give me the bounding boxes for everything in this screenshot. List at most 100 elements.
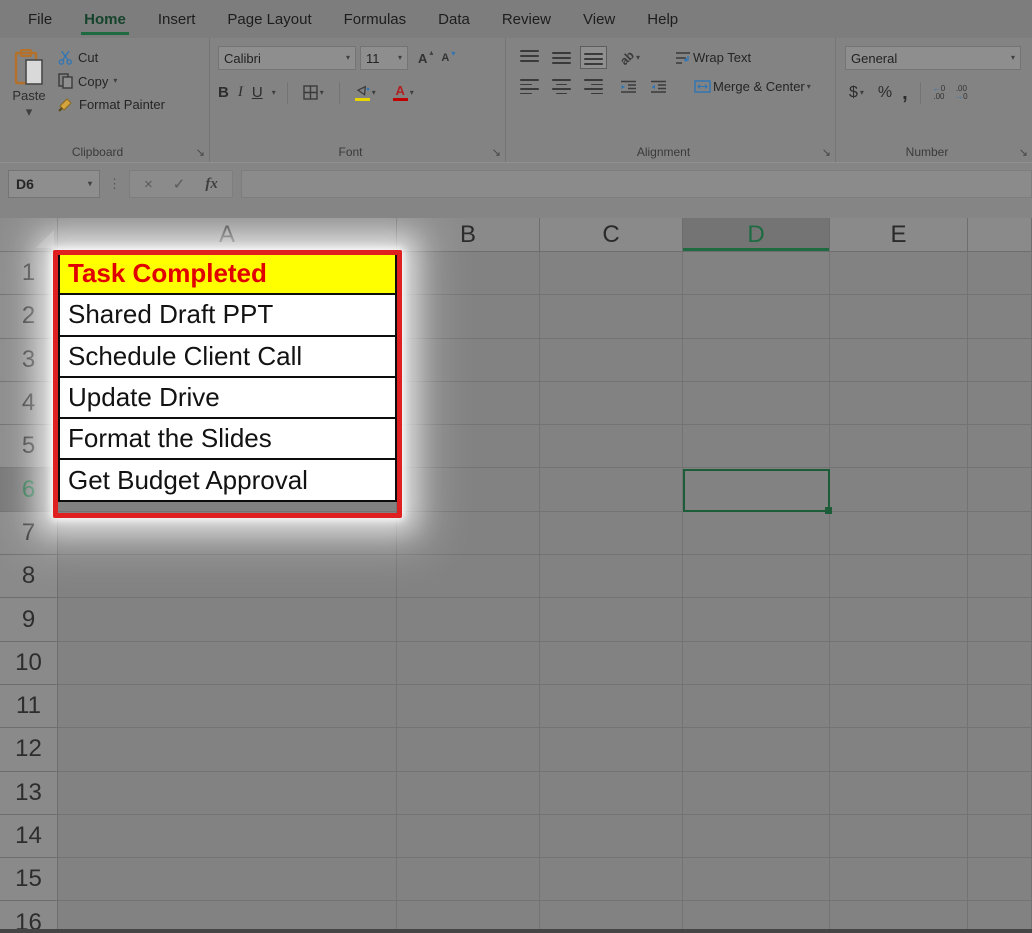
row-header-8[interactable]: 8 xyxy=(0,555,58,598)
cell[interactable] xyxy=(397,252,540,295)
align-center-button[interactable] xyxy=(548,75,575,98)
cell[interactable] xyxy=(683,425,830,468)
format-painter-button[interactable]: Format Painter xyxy=(58,97,165,112)
tab-formulas[interactable]: Formulas xyxy=(328,0,423,38)
cell[interactable] xyxy=(397,339,540,382)
cell[interactable] xyxy=(683,252,830,295)
font-name-dropdown[interactable]: Calibri ▾ xyxy=(218,46,356,70)
cell[interactable] xyxy=(540,295,683,338)
cell[interactable] xyxy=(58,685,397,728)
cell[interactable] xyxy=(830,252,968,295)
row-header-5[interactable]: 5 xyxy=(0,425,58,468)
cell[interactable] xyxy=(540,728,683,771)
cell[interactable] xyxy=(397,858,540,901)
cell[interactable] xyxy=(683,642,830,685)
cell[interactable] xyxy=(968,642,1032,685)
cell[interactable] xyxy=(397,468,540,511)
cell[interactable] xyxy=(683,295,830,338)
select-all-corner[interactable] xyxy=(0,218,58,252)
font-dialog-launcher-icon[interactable]: ↘ xyxy=(492,148,501,159)
row-header-1[interactable]: 1 xyxy=(0,252,58,295)
cell[interactable] xyxy=(397,815,540,858)
cell[interactable] xyxy=(58,598,397,641)
cell[interactable] xyxy=(397,598,540,641)
accounting-format-button[interactable]: $ ▾ xyxy=(845,80,868,106)
cell[interactable] xyxy=(968,815,1032,858)
cell[interactable] xyxy=(683,728,830,771)
decrease-indent-button[interactable] xyxy=(616,76,641,98)
task-cell[interactable]: Update Drive xyxy=(58,376,397,419)
clipboard-dialog-launcher-icon[interactable]: ↘ xyxy=(196,148,205,159)
tab-data[interactable]: Data xyxy=(422,0,486,38)
borders-button[interactable]: ▾ xyxy=(299,81,328,104)
tab-home[interactable]: Home xyxy=(68,0,142,38)
increase-decimal-button[interactable]: ←0.00 xyxy=(933,85,945,102)
cell[interactable] xyxy=(968,382,1032,425)
cell[interactable] xyxy=(683,815,830,858)
cell[interactable] xyxy=(540,252,683,295)
cell[interactable] xyxy=(830,858,968,901)
cell[interactable] xyxy=(830,815,968,858)
cell[interactable] xyxy=(683,858,830,901)
cell[interactable] xyxy=(540,685,683,728)
cell[interactable] xyxy=(830,339,968,382)
row-header-6[interactable]: 6 xyxy=(0,468,58,511)
cell[interactable] xyxy=(540,339,683,382)
cell[interactable] xyxy=(968,685,1032,728)
cell[interactable] xyxy=(683,555,830,598)
align-bottom-button[interactable] xyxy=(580,46,607,69)
italic-button[interactable]: I xyxy=(238,84,243,101)
tab-review[interactable]: Review xyxy=(486,0,567,38)
alignment-dialog-launcher-icon[interactable]: ↘ xyxy=(822,148,831,159)
wrap-text-button[interactable]: Wrap Text xyxy=(671,46,755,69)
fill-color-button[interactable]: ▾ xyxy=(351,81,380,105)
align-middle-button[interactable] xyxy=(548,46,575,69)
font-color-button[interactable]: A ▾ xyxy=(389,80,418,105)
number-format-dropdown[interactable]: General ▾ xyxy=(845,46,1021,70)
enter-icon[interactable]: ✓ xyxy=(173,175,186,193)
tab-help[interactable]: Help xyxy=(631,0,694,38)
cell[interactable] xyxy=(540,815,683,858)
cell[interactable] xyxy=(397,772,540,815)
cell[interactable] xyxy=(830,598,968,641)
font-size-dropdown[interactable]: 11 ▾ xyxy=(360,46,408,70)
cell[interactable] xyxy=(968,295,1032,338)
cell[interactable] xyxy=(58,815,397,858)
cell[interactable] xyxy=(968,468,1032,511)
comma-style-button[interactable]: , xyxy=(902,87,908,99)
cell[interactable] xyxy=(683,339,830,382)
cell[interactable] xyxy=(830,425,968,468)
cell[interactable] xyxy=(830,512,968,555)
cell[interactable] xyxy=(830,728,968,771)
decrease-font-size-button[interactable]: A▾ xyxy=(437,48,459,68)
bold-button[interactable]: B xyxy=(218,84,229,101)
cell[interactable] xyxy=(968,252,1032,295)
cell[interactable] xyxy=(683,772,830,815)
cell[interactable] xyxy=(830,772,968,815)
cell[interactable] xyxy=(540,858,683,901)
row-header-11[interactable]: 11 xyxy=(0,685,58,728)
cell[interactable] xyxy=(968,555,1032,598)
row-header-2[interactable]: 2 xyxy=(0,295,58,338)
cell[interactable] xyxy=(397,728,540,771)
row-header-10[interactable]: 10 xyxy=(0,642,58,685)
cell[interactable] xyxy=(58,555,397,598)
copy-button[interactable]: Copy ▾ xyxy=(58,73,165,89)
tab-insert[interactable]: Insert xyxy=(142,0,212,38)
row-header-12[interactable]: 12 xyxy=(0,728,58,771)
cell[interactable] xyxy=(397,512,540,555)
row-header-3[interactable]: 3 xyxy=(0,339,58,382)
cell[interactable] xyxy=(968,425,1032,468)
formula-input[interactable] xyxy=(241,170,1032,198)
tab-page-layout[interactable]: Page Layout xyxy=(211,0,327,38)
tab-file[interactable]: File xyxy=(12,0,68,38)
row-header-15[interactable]: 15 xyxy=(0,858,58,901)
cell[interactable] xyxy=(683,598,830,641)
row-header-9[interactable]: 9 xyxy=(0,598,58,641)
cell[interactable] xyxy=(968,598,1032,641)
cell[interactable] xyxy=(968,772,1032,815)
cell[interactable] xyxy=(540,425,683,468)
insert-function-icon[interactable]: fx xyxy=(205,176,218,193)
cell[interactable] xyxy=(397,425,540,468)
cell[interactable] xyxy=(830,555,968,598)
